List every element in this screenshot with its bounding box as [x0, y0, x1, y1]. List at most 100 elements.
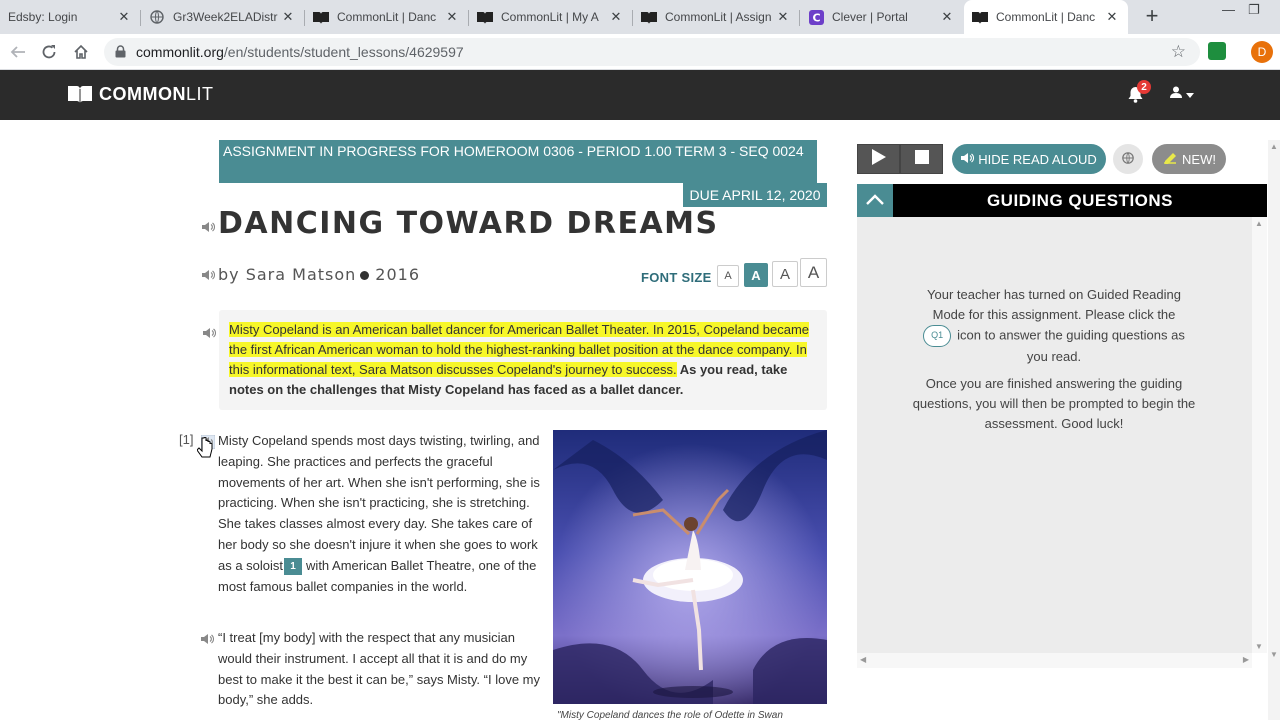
bullet-dot	[360, 270, 370, 280]
tab-title: Gr3Week2ELADistr	[173, 10, 278, 24]
collapse-button[interactable]	[857, 184, 893, 217]
browser-tab[interactable]: CommonLit | Assign ✕	[633, 0, 799, 34]
photo-caption: "Misty Copeland dances the role of Odett…	[557, 710, 783, 721]
lock-icon	[115, 45, 126, 63]
translate-button[interactable]	[1113, 144, 1143, 174]
scroll-down-icon[interactable]: ▼	[1270, 650, 1278, 659]
panel-vertical-scrollbar[interactable]: ▲ ▼	[1252, 217, 1267, 653]
font-size-medium-button[interactable]: A	[744, 263, 768, 287]
stop-button[interactable]	[900, 144, 943, 174]
book-icon	[641, 9, 657, 25]
author: by Sara Matson	[218, 265, 357, 284]
year: 2016	[375, 265, 421, 284]
svg-text:C: C	[812, 11, 820, 24]
mouse-cursor	[196, 436, 213, 464]
due-date-badge: DUE APRIL 12, 2020	[683, 183, 827, 207]
browser-tab-active[interactable]: CommonLit | Danc ✕	[964, 0, 1128, 34]
paragraph-number: [1]	[179, 432, 194, 447]
guided-reading-instructions: Your teacher has turned on Guided Readin…	[911, 285, 1197, 366]
chevron-up-icon	[866, 192, 884, 210]
paragraph-2: “I treat [my body] with the respect that…	[218, 630, 540, 708]
minimize-icon[interactable]: —	[1222, 2, 1235, 17]
speaker-icon[interactable]	[201, 268, 215, 282]
close-icon[interactable]: ✕	[116, 9, 132, 25]
footnote-marker[interactable]: 1	[284, 557, 303, 575]
q1-question-icon: Q1	[923, 324, 952, 347]
stop-icon	[914, 149, 929, 169]
close-icon[interactable]: ✕	[280, 9, 296, 25]
address-bar[interactable]: commonlit.org/en/students/student_lesson…	[104, 38, 1200, 66]
extension-icon[interactable]	[1208, 42, 1226, 60]
speaker-icon[interactable]	[200, 632, 214, 646]
font-size-label: FONT SIZE	[641, 270, 712, 285]
tab-title: Clever | Portal	[832, 10, 908, 24]
byline: by Sara Matson 2016	[218, 265, 420, 284]
globe-icon	[149, 9, 165, 25]
speaker-icon[interactable]	[202, 326, 216, 340]
font-size-xlarge-button[interactable]: A	[800, 258, 827, 287]
annotate-new-button[interactable]: NEW!	[1152, 144, 1226, 174]
paragraph-1: Misty Copeland spends most days twisting…	[218, 433, 540, 594]
play-icon	[871, 148, 886, 170]
speaker-icon	[961, 152, 975, 167]
notification-badge: 2	[1137, 80, 1151, 94]
audio-controls	[857, 144, 943, 174]
guiding-questions-header: GUIDING QUESTIONS	[857, 184, 1267, 217]
new-tab-button[interactable]: +	[1140, 5, 1164, 29]
book-icon	[477, 9, 493, 25]
close-icon[interactable]: ✕	[444, 9, 460, 25]
tab-title: Edsby: Login	[8, 10, 78, 24]
scroll-left-icon[interactable]: ◀	[860, 655, 866, 664]
close-icon[interactable]: ✕	[608, 9, 624, 25]
panel-horizontal-scrollbar[interactable]: ◀ ▶	[857, 653, 1252, 668]
ballet-dancer-photo	[553, 430, 827, 704]
browser-tab[interactable]: Gr3Week2ELADistr ✕	[141, 0, 304, 34]
close-icon[interactable]: ✕	[775, 9, 791, 25]
tab-title: CommonLit | Assign	[665, 10, 772, 24]
browser-tab[interactable]: C Clever | Portal ✕	[800, 0, 963, 34]
guiding-questions-panel	[857, 217, 1252, 653]
hide-read-aloud-button[interactable]: HIDE READ ALOUD	[952, 144, 1106, 174]
globe-icon	[1122, 151, 1134, 167]
book-icon	[972, 9, 988, 25]
close-icon[interactable]: ✕	[1104, 9, 1120, 25]
reload-icon[interactable]	[37, 40, 61, 64]
close-icon[interactable]: ✕	[939, 9, 955, 25]
speaker-icon[interactable]	[201, 220, 215, 234]
commonlit-logo[interactable]: COMMON LIT	[68, 84, 214, 105]
user-menu[interactable]	[1170, 86, 1194, 101]
user-icon	[1170, 86, 1182, 101]
browser-tab[interactable]: CommonLit | My A ✕	[469, 0, 632, 34]
assessment-instructions: Once you are finished answering the guid…	[912, 376, 1196, 431]
play-button[interactable]	[857, 144, 900, 174]
scroll-up-icon[interactable]: ▲	[1270, 142, 1278, 151]
back-arrow-icon[interactable]	[6, 40, 30, 64]
browser-tab[interactable]: CommonLit | Danc ✕	[305, 0, 468, 34]
page-scrollbar[interactable]: ▲ ▼	[1268, 140, 1280, 720]
home-icon[interactable]	[69, 40, 93, 64]
font-size-small-button[interactable]: A	[717, 265, 739, 287]
tab-title: CommonLit | My A	[501, 10, 599, 24]
restore-icon[interactable]: ❐	[1248, 2, 1260, 18]
guiding-questions-title: GUIDING QUESTIONS	[986, 191, 1174, 210]
browser-toolbar: commonlit.org/en/students/student_lesson…	[0, 34, 1280, 70]
scroll-down-icon[interactable]: ▼	[1255, 642, 1263, 651]
lesson-title: DANCING TOWARD DREAMS	[218, 206, 719, 241]
avatar[interactable]: D	[1251, 41, 1273, 63]
scroll-up-icon[interactable]: ▲	[1255, 219, 1263, 228]
highlighter-icon	[1162, 151, 1178, 168]
clever-icon: C	[808, 9, 824, 25]
caret-down-icon	[1186, 87, 1194, 101]
scroll-right-icon[interactable]: ▶	[1243, 655, 1249, 664]
browser-tab[interactable]: Edsby: Login ✕	[0, 0, 140, 34]
url-text: commonlit.org/en/students/student_lesson…	[136, 44, 464, 60]
assignment-banner: ASSIGNMENT IN PROGRESS FOR HOMEROOM 0306…	[219, 140, 817, 183]
introduction-box: Misty Copeland is an American ballet dan…	[219, 310, 827, 410]
tab-title: CommonLit | Danc	[337, 10, 437, 24]
tab-title: CommonLit | Danc	[996, 10, 1096, 24]
browser-tab-strip: Edsby: Login ✕ Gr3Week2ELADistr ✕ Common…	[0, 0, 1280, 34]
font-size-large-button[interactable]: A	[772, 261, 798, 287]
book-icon	[313, 9, 329, 25]
book-icon	[68, 85, 92, 104]
star-icon[interactable]: ☆	[1171, 42, 1186, 62]
